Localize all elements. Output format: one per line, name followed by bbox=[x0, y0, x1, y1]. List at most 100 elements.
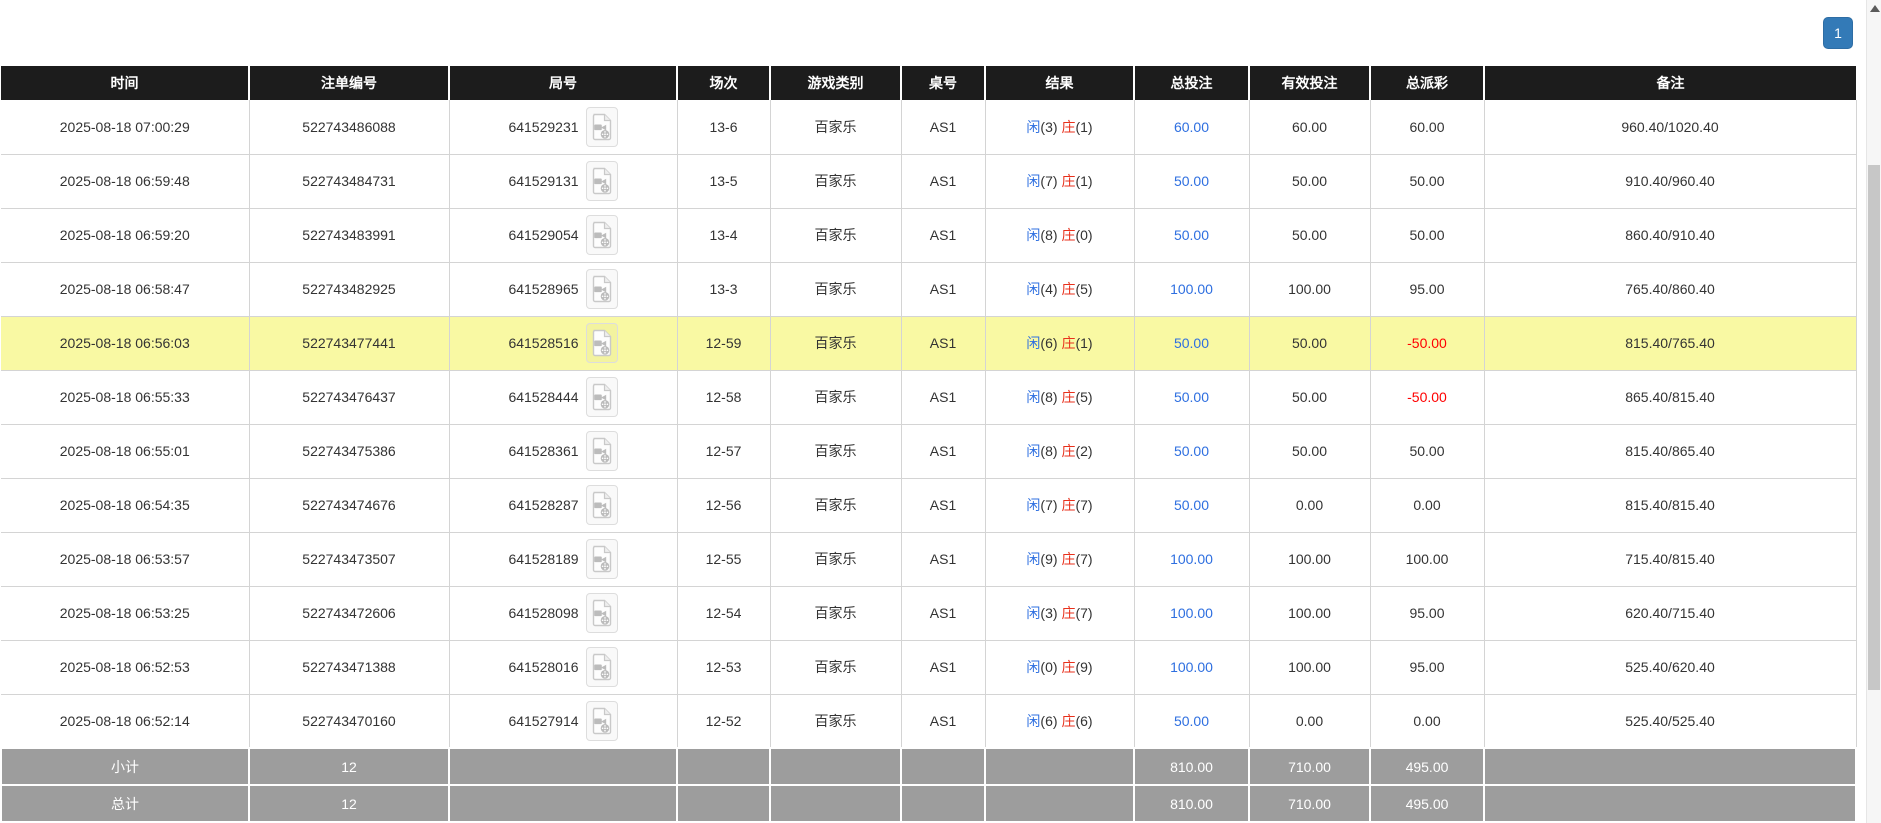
total-bet-link[interactable]: 50.00 bbox=[1174, 389, 1209, 405]
result-player-label: 闲 bbox=[1026, 173, 1040, 189]
result-banker-label: 庄 bbox=[1061, 713, 1075, 729]
table-row[interactable]: 2025-08-18 06:56:03522743477441641528516… bbox=[1, 316, 1856, 370]
table-row[interactable]: 2025-08-18 06:55:01522743475386 641528361… bbox=[1, 424, 1856, 478]
result-banker-value: (1) bbox=[1075, 173, 1092, 189]
total-bet-link[interactable]: 50.00 bbox=[1174, 497, 1209, 513]
video-replay-button[interactable] bbox=[586, 539, 618, 579]
cell-valid-bet: 0.00 bbox=[1249, 478, 1370, 532]
table-row[interactable]: 2025-08-18 06:52:53522743471388641528016… bbox=[1, 640, 1856, 694]
cell-total-payout: 50.00 bbox=[1370, 424, 1484, 478]
cell-time: 2025-08-18 06:53:25 bbox=[1, 586, 249, 640]
video-replay-button[interactable] bbox=[586, 107, 618, 147]
result-player-value: (9) bbox=[1040, 551, 1057, 567]
table-row[interactable]: 2025-08-18 06:53:57522743473507641528189… bbox=[1, 532, 1856, 586]
total-bet-link[interactable]: 50.00 bbox=[1174, 713, 1209, 729]
cell-remark: 765.40/860.40 bbox=[1484, 262, 1856, 316]
cell-total-payout: 50.00 bbox=[1370, 154, 1484, 208]
cell-remark: 960.40/1020.40 bbox=[1484, 100, 1856, 154]
table-row[interactable]: 2025-08-18 07:00:29522743486088641529231… bbox=[1, 100, 1856, 154]
video-replay-button[interactable] bbox=[586, 323, 618, 363]
video-replay-button[interactable] bbox=[586, 215, 618, 255]
summary-row-subtotal: 小计12810.00710.00495.00 bbox=[1, 748, 1856, 785]
round-number: 641529231 bbox=[508, 119, 578, 135]
vertical-scrollbar[interactable] bbox=[1866, 0, 1881, 823]
cell-game-type: 百家乐 bbox=[770, 478, 901, 532]
video-replay-button[interactable] bbox=[586, 593, 618, 633]
cell-valid-bet: 50.00 bbox=[1249, 316, 1370, 370]
summary-total-payout: 495.00 bbox=[1370, 785, 1484, 822]
round-group: 641528098 bbox=[508, 593, 617, 633]
cell-total-payout: 50.00 bbox=[1370, 208, 1484, 262]
video-replay-button[interactable] bbox=[586, 647, 618, 687]
result-banker-label: 庄 bbox=[1061, 119, 1075, 135]
total-bet-link[interactable]: 100.00 bbox=[1170, 551, 1213, 567]
cell-time: 2025-08-18 06:55:01 bbox=[1, 424, 249, 478]
cell-bet-id: 522743475386 bbox=[249, 424, 449, 478]
round-group: 641528361 bbox=[508, 431, 617, 471]
cell-time: 2025-08-18 06:55:33 bbox=[1, 370, 249, 424]
cell-total-payout: 0.00 bbox=[1370, 478, 1484, 532]
bet-records-table: 时间注单编号局号场次游戏类别桌号结果总投注有效投注总派彩备注 2025-08-1… bbox=[0, 66, 1857, 823]
table-body: 2025-08-18 07:00:29522743486088641529231… bbox=[1, 100, 1856, 748]
summary-empty-cell bbox=[985, 785, 1134, 822]
video-replay-button[interactable] bbox=[586, 161, 618, 201]
cell-total-payout: 95.00 bbox=[1370, 640, 1484, 694]
cell-session: 13-3 bbox=[677, 262, 770, 316]
summary-label: 小计 bbox=[1, 748, 249, 785]
cell-remark: 910.40/960.40 bbox=[1484, 154, 1856, 208]
cell-table-no: AS1 bbox=[901, 100, 985, 154]
video-replay-button[interactable] bbox=[586, 269, 618, 309]
cell-bet-id: 522743474676 bbox=[249, 478, 449, 532]
video-file-icon bbox=[591, 383, 613, 411]
result-player-value: (7) bbox=[1040, 173, 1057, 189]
scrollbar-up-arrow-icon[interactable] bbox=[1870, 5, 1880, 12]
result-player-label: 闲 bbox=[1026, 227, 1040, 243]
total-bet-link[interactable]: 100.00 bbox=[1170, 281, 1213, 297]
cell-bet-id: 522743483991 bbox=[249, 208, 449, 262]
cell-result: 闲(8) 庄(0) bbox=[985, 208, 1134, 262]
cell-session: 12-55 bbox=[677, 532, 770, 586]
total-bet-link[interactable]: 60.00 bbox=[1174, 119, 1209, 135]
video-replay-button[interactable] bbox=[586, 485, 618, 525]
video-replay-button[interactable] bbox=[586, 431, 618, 471]
table-row[interactable]: 2025-08-18 06:52:14522743470160641527914… bbox=[1, 694, 1856, 748]
total-bet-link[interactable]: 50.00 bbox=[1174, 443, 1209, 459]
cell-round-id: 641528189 bbox=[449, 532, 677, 586]
table-row[interactable]: 2025-08-18 06:55:33522743476437641528444… bbox=[1, 370, 1856, 424]
table-row[interactable]: 2025-08-18 06:58:47522743482925641528965… bbox=[1, 262, 1856, 316]
pagination-page-1[interactable]: 1 bbox=[1823, 17, 1853, 49]
cell-time: 2025-08-18 06:59:48 bbox=[1, 154, 249, 208]
cell-round-id: 641527914 bbox=[449, 694, 677, 748]
total-bet-link[interactable]: 100.00 bbox=[1170, 659, 1213, 675]
cell-round-id: 641529054 bbox=[449, 208, 677, 262]
result-banker-value: (9) bbox=[1075, 659, 1092, 675]
round-number: 641528189 bbox=[508, 551, 578, 567]
summary-total-bet: 810.00 bbox=[1134, 748, 1249, 785]
result-player-label: 闲 bbox=[1026, 659, 1040, 675]
cell-game-type: 百家乐 bbox=[770, 694, 901, 748]
result-banker-value: (7) bbox=[1075, 497, 1092, 513]
scrollbar-thumb[interactable] bbox=[1868, 165, 1880, 690]
total-bet-link[interactable]: 50.00 bbox=[1174, 173, 1209, 189]
cell-result: 闲(0) 庄(9) bbox=[985, 640, 1134, 694]
result-player-value: (8) bbox=[1040, 443, 1057, 459]
summary-row-total: 总计12810.00710.00495.00 bbox=[1, 785, 1856, 822]
total-bet-link[interactable]: 50.00 bbox=[1174, 335, 1209, 351]
result-banker-label: 庄 bbox=[1061, 497, 1075, 513]
total-bet-link[interactable]: 100.00 bbox=[1170, 605, 1213, 621]
cell-game-type: 百家乐 bbox=[770, 100, 901, 154]
table-row[interactable]: 2025-08-18 06:59:20522743483991641529054… bbox=[1, 208, 1856, 262]
table-row[interactable]: 2025-08-18 06:54:35522743474676641528287… bbox=[1, 478, 1856, 532]
cell-valid-bet: 50.00 bbox=[1249, 208, 1370, 262]
cell-result: 闲(4) 庄(5) bbox=[985, 262, 1134, 316]
video-replay-button[interactable] bbox=[586, 701, 618, 741]
round-group: 641528016 bbox=[508, 647, 617, 687]
total-bet-link[interactable]: 50.00 bbox=[1174, 227, 1209, 243]
table-row[interactable]: 2025-08-18 06:59:48522743484731641529131… bbox=[1, 154, 1856, 208]
round-group: 641528287 bbox=[508, 485, 617, 525]
video-replay-button[interactable] bbox=[586, 377, 618, 417]
table-row[interactable]: 2025-08-18 06:53:25522743472606641528098… bbox=[1, 586, 1856, 640]
result-banker-value: (2) bbox=[1075, 443, 1092, 459]
cell-remark: 815.40/765.40 bbox=[1484, 316, 1856, 370]
result-banker-label: 庄 bbox=[1061, 659, 1075, 675]
